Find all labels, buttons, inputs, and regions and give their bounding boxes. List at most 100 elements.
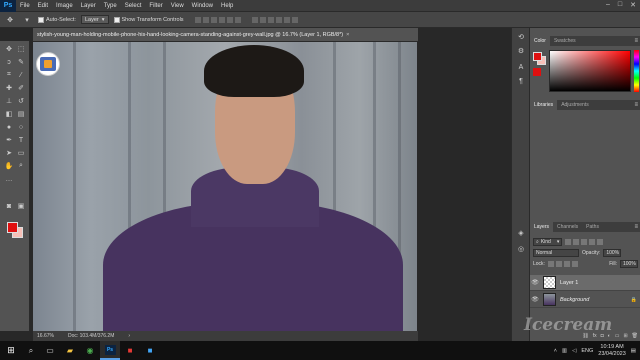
panel-menu-icon[interactable]: ≡ bbox=[634, 38, 640, 44]
clock[interactable]: 10:19 AM 23/04/2023 bbox=[598, 344, 626, 358]
blend-mode-dropdown[interactable]: Normal bbox=[533, 248, 579, 257]
move-tool-icon[interactable]: ✥ bbox=[4, 44, 14, 54]
photoshop-taskbar-icon[interactable]: Ps bbox=[100, 341, 120, 360]
type-tool-icon[interactable]: T bbox=[16, 135, 26, 145]
menu-image[interactable]: Image bbox=[52, 3, 77, 9]
folder-icon[interactable]: ▭ bbox=[615, 333, 620, 339]
new-layer-icon[interactable]: ⊞ bbox=[623, 333, 627, 339]
align-bottom-icon[interactable] bbox=[210, 16, 217, 23]
adjustment-filter-icon[interactable] bbox=[573, 238, 580, 245]
document-tab[interactable]: stylish-young-man-holding-mobile-phone-h… bbox=[33, 28, 418, 42]
eye-icon[interactable]: 👁 bbox=[530, 279, 540, 286]
path-select-tool-icon[interactable]: ➤ bbox=[4, 148, 14, 158]
canvas-image[interactable] bbox=[33, 42, 417, 331]
lock-pixels-icon[interactable] bbox=[555, 260, 562, 267]
shape-tool-icon[interactable]: ▭ bbox=[16, 148, 26, 158]
eyedropper-tool-icon[interactable]: ⁄ bbox=[16, 70, 26, 80]
type-filter-icon[interactable] bbox=[581, 238, 588, 245]
notifications-icon[interactable]: ▤ bbox=[631, 348, 636, 354]
align-top-icon[interactable] bbox=[194, 16, 201, 23]
menu-edit[interactable]: Edit bbox=[34, 3, 52, 9]
panel-menu-icon[interactable]: ≡ bbox=[634, 224, 640, 230]
tab-libraries[interactable]: Libraries bbox=[530, 100, 558, 110]
distribute-center-icon[interactable] bbox=[283, 16, 290, 23]
more-tools-icon[interactable]: … bbox=[4, 174, 14, 184]
lock-transparent-icon[interactable] bbox=[547, 260, 554, 267]
eraser-tool-icon[interactable]: ◧ bbox=[4, 109, 14, 119]
pixel-filter-icon[interactable] bbox=[565, 238, 572, 245]
menu-layer[interactable]: Layer bbox=[77, 3, 100, 9]
panel-menu-icon[interactable]: ≡ bbox=[634, 102, 640, 108]
quick-mask-icon[interactable]: ◙ bbox=[4, 201, 14, 211]
distribute-right-icon[interactable] bbox=[291, 16, 298, 23]
distribute-left-icon[interactable] bbox=[275, 16, 282, 23]
history-brush-tool-icon[interactable]: ↺ bbox=[16, 96, 26, 106]
align-middle-icon[interactable] bbox=[202, 16, 209, 23]
chevron-down-icon[interactable]: ▾ bbox=[21, 15, 33, 25]
hue-slider[interactable] bbox=[634, 50, 639, 92]
task-view-icon[interactable]: ▭ bbox=[40, 341, 60, 360]
layers-panel-icon[interactable]: ◈ bbox=[516, 228, 526, 238]
warning-color-icon[interactable] bbox=[533, 68, 541, 76]
zoom-tool-icon[interactable]: ⌕ bbox=[16, 161, 26, 171]
menu-file[interactable]: File bbox=[16, 3, 34, 9]
history-panel-icon[interactable]: ⟲ bbox=[516, 32, 526, 42]
layer-row-layer-1[interactable]: 👁 Layer 1 bbox=[530, 275, 640, 291]
kind-filter-dropdown[interactable]: ⌕ Kind ▾ bbox=[533, 237, 563, 246]
align-left-icon[interactable] bbox=[218, 16, 225, 23]
properties-panel-icon[interactable]: ⚙ bbox=[516, 46, 526, 56]
tab-color[interactable]: Color bbox=[530, 36, 550, 46]
healing-brush-tool-icon[interactable]: ✚ bbox=[4, 83, 14, 93]
lasso-tool-icon[interactable]: ↄ bbox=[4, 57, 14, 67]
dodge-tool-icon[interactable]: ○ bbox=[16, 122, 26, 132]
menu-select[interactable]: Select bbox=[121, 3, 146, 9]
layer-row-background[interactable]: 👁 Background 🔒 bbox=[530, 292, 640, 308]
crop-tool-icon[interactable]: ⌗ bbox=[4, 70, 14, 80]
language-indicator[interactable]: ENG bbox=[581, 348, 593, 354]
close-window-button[interactable]: ✕ bbox=[630, 1, 636, 9]
brush-tool-icon[interactable]: ✐ bbox=[16, 83, 26, 93]
chevron-up-icon[interactable]: ˄ bbox=[554, 348, 557, 354]
show-transform-checkbox[interactable] bbox=[113, 16, 120, 23]
auto-select-checkbox[interactable] bbox=[38, 16, 44, 23]
auto-select-dropdown[interactable]: Layer ▾ bbox=[80, 15, 109, 24]
trash-icon[interactable]: 🗑 bbox=[632, 333, 638, 339]
zoom-level[interactable]: 16.67% bbox=[37, 333, 54, 339]
quick-select-tool-icon[interactable]: ✎ bbox=[16, 57, 26, 67]
show-transform-option[interactable]: Show Transform Controls bbox=[113, 16, 184, 23]
tab-swatches[interactable]: Swatches bbox=[550, 36, 580, 46]
layer-name[interactable]: Background bbox=[560, 297, 589, 303]
layer-name[interactable]: Layer 1 bbox=[560, 280, 578, 286]
opacity-input[interactable]: 100% bbox=[603, 248, 622, 257]
distribute-bottom-icon[interactable] bbox=[267, 16, 274, 23]
tab-paths[interactable]: Paths bbox=[582, 222, 603, 232]
channels-panel-icon[interactable]: ◎ bbox=[516, 244, 526, 254]
menu-type[interactable]: Type bbox=[100, 3, 121, 9]
tab-channels[interactable]: Channels bbox=[553, 222, 582, 232]
menu-window[interactable]: Window bbox=[188, 3, 217, 9]
pen-tool-icon[interactable]: ✒ bbox=[4, 135, 14, 145]
panel-foreground-color[interactable] bbox=[533, 52, 542, 61]
auto-select-option[interactable]: Auto-Select: bbox=[38, 16, 76, 23]
windows-start-icon[interactable]: ⊞ bbox=[0, 341, 22, 360]
paragraph-panel-icon[interactable]: ¶ bbox=[516, 76, 526, 86]
maximize-button[interactable]: □ bbox=[618, 1, 622, 9]
shape-filter-icon[interactable] bbox=[589, 238, 596, 245]
tab-layers[interactable]: Layers bbox=[530, 222, 554, 232]
file-explorer-icon[interactable]: ▰ bbox=[60, 341, 80, 360]
align-center-icon[interactable] bbox=[226, 16, 233, 23]
eye-icon[interactable]: 👁 bbox=[530, 296, 540, 303]
gradient-tool-icon[interactable]: ▤ bbox=[16, 109, 26, 119]
minimize-button[interactable]: – bbox=[606, 1, 610, 9]
menu-view[interactable]: View bbox=[167, 3, 188, 9]
character-panel-icon[interactable]: A bbox=[516, 62, 526, 72]
lock-all-icon[interactable] bbox=[571, 260, 578, 267]
tab-adjustments[interactable]: Adjustments bbox=[557, 100, 593, 110]
menu-help[interactable]: Help bbox=[217, 3, 237, 9]
fill-input[interactable]: 100% bbox=[620, 259, 638, 268]
marquee-tool-icon[interactable]: ⬚ bbox=[16, 44, 26, 54]
close-document-icon[interactable]: × bbox=[346, 32, 349, 38]
menu-filter[interactable]: Filter bbox=[145, 3, 166, 9]
blur-tool-icon[interactable]: ● bbox=[4, 122, 14, 132]
screen-mode-icon[interactable]: ▣ bbox=[16, 201, 26, 211]
